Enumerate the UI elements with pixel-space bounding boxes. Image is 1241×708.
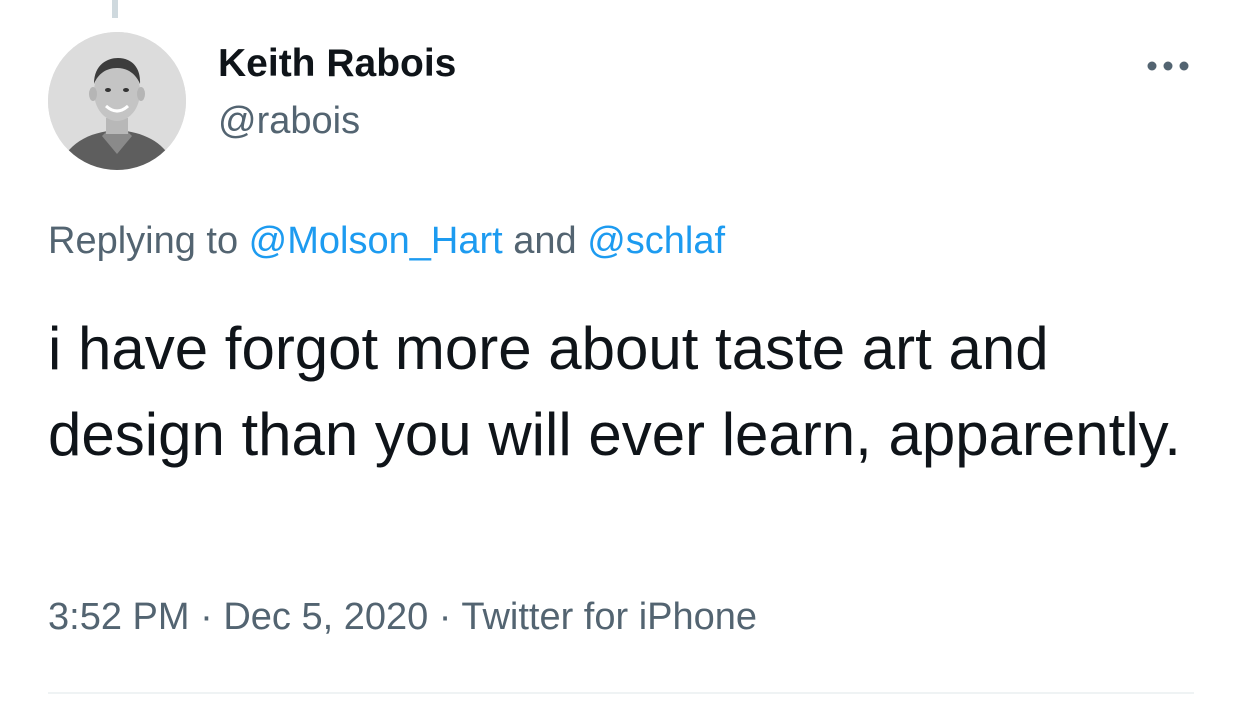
meta-separator: ·	[189, 596, 224, 638]
tweet-card: Keith Rabois @rabois Replying to @Molson…	[0, 0, 1241, 708]
profile-photo-icon	[48, 32, 186, 170]
mention-joiner: and	[502, 220, 588, 262]
thread-connector-line	[112, 0, 118, 18]
tweet-date[interactable]: Dec 5, 2020	[223, 596, 428, 638]
meta-separator: ·	[428, 596, 462, 638]
tweet-metadata: 3:52 PM · Dec 5, 2020 · Twitter for iPho…	[48, 596, 757, 639]
ellipsis-icon	[1147, 61, 1189, 71]
tweet-source[interactable]: Twitter for iPhone	[461, 596, 757, 638]
author-handle[interactable]: @rabois	[218, 100, 360, 143]
replying-to-prefix: Replying to	[48, 220, 249, 262]
replying-to-line: Replying to @Molson_Hart and @schlaf	[48, 220, 725, 263]
mention-molson-hart[interactable]: @Molson_Hart	[249, 220, 503, 262]
mention-schlaf[interactable]: @schlaf	[587, 220, 725, 262]
tweet-text: i have forgot more about taste art and d…	[48, 315, 1181, 468]
avatar[interactable]	[48, 32, 186, 170]
tweet-time[interactable]: 3:52 PM	[48, 596, 190, 638]
more-options-button[interactable]	[1140, 50, 1196, 82]
divider	[48, 692, 1194, 694]
author-display-name[interactable]: Keith Rabois	[218, 42, 456, 86]
